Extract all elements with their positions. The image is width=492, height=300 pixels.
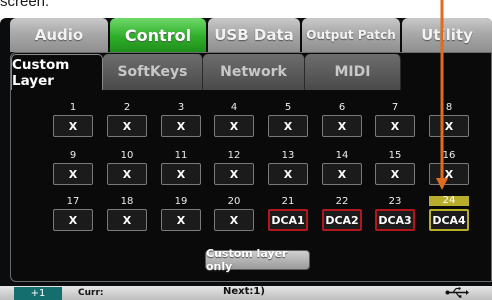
subtab-network[interactable]: Network	[203, 54, 305, 90]
slot-10-button[interactable]: X	[107, 163, 147, 185]
slot-24-number: 24	[429, 196, 469, 206]
slot-17-button[interactable]: X	[53, 209, 93, 231]
slot-17-number: 17	[66, 196, 80, 207]
subtab-softkeys[interactable]: SoftKeys	[103, 54, 203, 90]
slot-7-number: 7	[391, 102, 399, 113]
slot-16-button[interactable]: X	[429, 163, 469, 185]
slot-15-number: 15	[388, 150, 402, 161]
slot-5-button[interactable]: X	[268, 115, 308, 137]
slot-1-number: 1	[69, 102, 77, 113]
tab-utility[interactable]: Utility	[402, 18, 492, 52]
slot-6-button[interactable]: X	[322, 115, 362, 137]
slot-11-number: 11	[174, 150, 188, 161]
slot-12-button[interactable]: X	[214, 163, 254, 185]
slot-3-number: 3	[177, 102, 185, 113]
tab-usb-data[interactable]: USB Data	[208, 18, 300, 52]
slot-21-button[interactable]: DCA1	[268, 209, 308, 231]
slot-20-button[interactable]: X	[214, 209, 254, 231]
subtab-custom-layer[interactable]: Custom Layer	[11, 54, 103, 90]
slot-14-number: 14	[335, 150, 349, 161]
slot-13-button[interactable]: X	[268, 163, 308, 185]
slot-21-number: 21	[281, 196, 295, 207]
slot-19-number: 19	[174, 196, 188, 207]
current-scene-label: Curr:	[78, 288, 104, 298]
next-scene-label: Next:1)	[223, 286, 265, 297]
slot-10-number: 10	[120, 150, 134, 161]
slot-8-button[interactable]: X	[429, 115, 469, 137]
slot-18-number: 18	[120, 196, 134, 207]
slot-20-number: 20	[227, 196, 241, 207]
slot-9-number: 9	[69, 150, 77, 161]
slot-3-button[interactable]: X	[161, 115, 201, 137]
slot-2-button[interactable]: X	[107, 115, 147, 137]
slot-18-button[interactable]: X	[107, 209, 147, 231]
slot-4-button[interactable]: X	[214, 115, 254, 137]
slot-19-button[interactable]: X	[161, 209, 201, 231]
slot-11-button[interactable]: X	[161, 163, 201, 185]
slot-4-number: 4	[230, 102, 238, 113]
slot-12-number: 12	[227, 150, 241, 161]
status-bar: +1 Curr: Next:1)	[0, 286, 492, 300]
screenshot-caption: screen:	[0, 0, 50, 10]
page-indicator: +1	[14, 287, 62, 300]
slot-8-number: 8	[445, 102, 453, 113]
slot-23-number: 23	[388, 196, 402, 207]
slot-14-button[interactable]: X	[322, 163, 362, 185]
slot-16-number: 16	[442, 150, 456, 161]
slot-23-button[interactable]: DCA3	[375, 209, 415, 231]
slot-22-number: 22	[335, 196, 349, 207]
tab-output-patch[interactable]: Output Patch	[302, 18, 400, 52]
slot-2-number: 2	[123, 102, 131, 113]
tab-control[interactable]: Control	[110, 18, 206, 52]
slot-9-button[interactable]: X	[53, 163, 93, 185]
slot-7-button[interactable]: X	[375, 115, 415, 137]
usb-icon	[445, 287, 469, 298]
tab-audio[interactable]: Audio	[10, 18, 108, 52]
slot-5-number: 5	[284, 102, 292, 113]
slot-24-button[interactable]: DCA4	[429, 209, 469, 231]
slot-22-button[interactable]: DCA2	[322, 209, 362, 231]
slot-13-number: 13	[281, 150, 295, 161]
slot-1-button[interactable]: X	[53, 115, 93, 137]
slot-15-button[interactable]: X	[375, 163, 415, 185]
slot-6-number: 6	[338, 102, 346, 113]
subtab-midi[interactable]: MIDI	[305, 54, 401, 90]
custom-layer-only-button[interactable]: Custom layer only	[205, 247, 310, 273]
